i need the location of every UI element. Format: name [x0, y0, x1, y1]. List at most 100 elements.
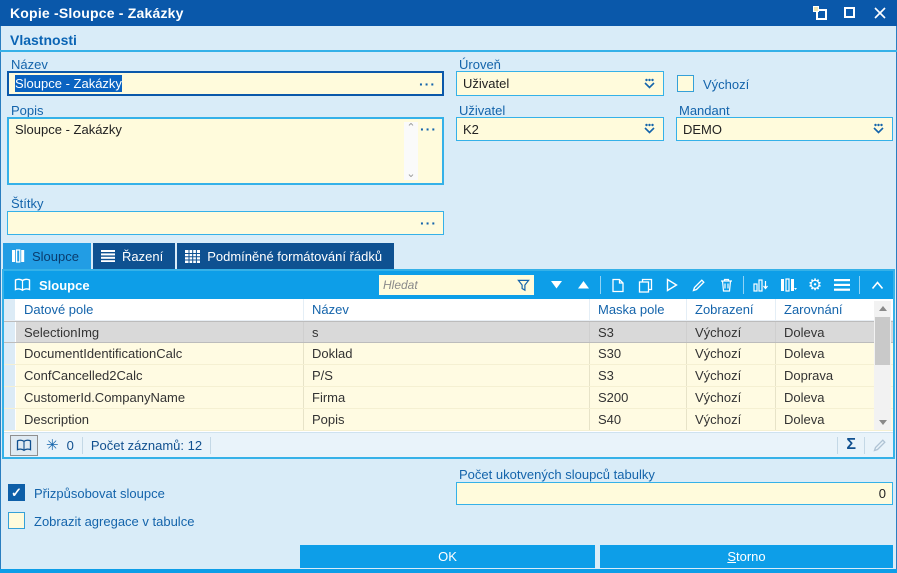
scroll-up-icon[interactable]: ⌃: [405, 122, 417, 134]
gear-icon[interactable]: ⚙: [805, 275, 825, 295]
popis-textarea[interactable]: Sloupce - Zakázky ⌃ ⌄ ···: [7, 117, 444, 185]
cell-zobrazeni: Výchozí: [687, 409, 776, 430]
asterisk-count: 0: [66, 437, 74, 453]
cell-maska-pole: S3: [590, 322, 687, 342]
vychozi-checkbox[interactable]: [677, 75, 694, 92]
table-row[interactable]: Description Popis S40 Výchozí Doleva: [4, 409, 893, 431]
move-up-icon[interactable]: [573, 275, 593, 295]
mandant-value: DEMO: [683, 121, 722, 137]
uroven-label: Úroveň: [459, 57, 501, 72]
uzivatel-combo[interactable]: K2: [456, 117, 664, 141]
show-aggregations-label: Zobrazit agregace v tabulce: [34, 514, 195, 529]
column-header-zobrazeni[interactable]: Zobrazení: [687, 299, 776, 320]
nazev-label: Název: [11, 57, 48, 72]
cell-zobrazeni: Výchozí: [687, 387, 776, 408]
chart-settings-icon[interactable]: [751, 275, 771, 295]
nazev-input[interactable]: Sloupce - Zakázky ···: [7, 71, 444, 96]
sort-lines-icon: [100, 250, 115, 262]
cell-nazev: P/S: [304, 365, 590, 386]
cell-maska-pole: S30: [590, 343, 687, 364]
row-gutter: [4, 365, 16, 386]
table-scrollbar[interactable]: [874, 301, 891, 430]
cell-datove-pole: Description: [16, 409, 304, 430]
window-controls: [813, 6, 887, 20]
edit-pencil-icon[interactable]: [689, 275, 709, 295]
tab-label: Podmíněné formátování řádků: [207, 248, 383, 264]
uroven-value: Uživatel: [463, 76, 510, 91]
column-header-datove-pole[interactable]: Datové pole: [16, 299, 304, 320]
ok-button[interactable]: OK: [300, 545, 595, 568]
sum-sigma-icon[interactable]: Σ: [846, 436, 856, 454]
nazev-ellipsis-button[interactable]: ···: [419, 77, 436, 91]
column-settings-icon[interactable]: [778, 275, 798, 295]
filter-icon[interactable]: [517, 279, 530, 292]
maximize-icon[interactable]: [843, 6, 857, 20]
fit-columns-label: Přizpůsobovat sloupce: [34, 486, 165, 501]
new-record-icon[interactable]: [608, 275, 628, 295]
popis-ellipsis-button[interactable]: ···: [420, 122, 437, 136]
column-header-nazev[interactable]: Název: [304, 299, 590, 320]
panel-header: Sloupce Hledat ⚙: [4, 271, 893, 299]
table-header-row: Datové pole Název Maska pole Zobrazení Z…: [4, 299, 893, 321]
stitky-input[interactable]: ···: [7, 211, 444, 235]
popis-scrollbar[interactable]: ⌃ ⌄: [404, 122, 418, 180]
dropdown-icon[interactable]: [642, 78, 657, 90]
cell-maska-pole: S40: [590, 409, 687, 430]
uroven-combo[interactable]: Uživatel: [456, 71, 664, 96]
uzivatel-label: Uživatel: [459, 103, 506, 118]
tab-razeni[interactable]: Řazení: [92, 243, 176, 269]
scroll-down-icon[interactable]: [874, 415, 891, 430]
window-title: Kopie -Sloupce - Zakázky: [10, 5, 184, 21]
menu-hamburger-icon[interactable]: [832, 275, 852, 295]
stitky-ellipsis-button[interactable]: ···: [420, 216, 437, 230]
search-input[interactable]: [383, 278, 517, 292]
book-icon: [16, 439, 32, 451]
storno-accel: S: [727, 549, 737, 564]
scrollbar-thumb[interactable]: [875, 317, 890, 365]
titlebar[interactable]: Kopie -Sloupce - Zakázky: [0, 0, 897, 26]
book-view-button[interactable]: [10, 434, 38, 456]
table-row[interactable]: DocumentIdentificationCalc Doklad S30 Vý…: [4, 343, 893, 365]
dropdown-icon[interactable]: [871, 123, 886, 135]
collapse-panel-icon[interactable]: [867, 275, 887, 295]
column-header-maska-pole[interactable]: Maska pole: [590, 299, 687, 320]
tab-sloupce[interactable]: Sloupce: [3, 243, 91, 269]
scroll-up-icon[interactable]: [874, 301, 891, 316]
delete-trash-icon[interactable]: [716, 275, 736, 295]
storno-button[interactable]: Storno: [600, 545, 893, 568]
tab-label: Řazení: [121, 248, 164, 264]
asterisk-filter-icon[interactable]: ✳: [46, 436, 59, 454]
copy-icon[interactable]: [635, 275, 655, 295]
tab-podminene-formatovani[interactable]: Podmíněné formátování řádků: [177, 243, 395, 269]
book-icon: [14, 278, 31, 292]
grid-icon: [185, 249, 201, 263]
cell-datove-pole: DocumentIdentificationCalc: [16, 343, 304, 364]
record-count: Počet záznamů: 12: [90, 437, 203, 453]
dropdown-icon[interactable]: [642, 123, 657, 135]
anchored-columns-value: 0: [878, 486, 886, 501]
search-box[interactable]: [379, 275, 534, 295]
nazev-value: Sloupce - Zakázky: [15, 75, 122, 92]
fit-columns-checkbox[interactable]: ✓: [8, 484, 25, 501]
run-icon[interactable]: [662, 275, 682, 295]
status-right-tools: Σ: [837, 436, 887, 454]
edit-pencil-icon-disabled: [873, 439, 886, 452]
dock-icon[interactable]: [813, 6, 827, 20]
mandant-combo[interactable]: DEMO: [676, 117, 893, 141]
tab-bar: Sloupce Řazení Podmíněné formátování řád…: [3, 243, 395, 269]
anchored-columns-input[interactable]: 0: [456, 482, 893, 505]
row-gutter: [4, 409, 16, 430]
table-row[interactable]: ConfCancelled2Calc P/S S3 Výchozí Doprav…: [4, 365, 893, 387]
popis-label: Popis: [11, 103, 44, 118]
ok-button-label: OK: [438, 549, 457, 564]
stitky-label: Štítky: [11, 196, 44, 211]
show-aggregations-checkbox[interactable]: [8, 512, 25, 529]
properties-header: Vlastnosti: [0, 27, 897, 52]
scroll-down-icon[interactable]: ⌄: [405, 168, 417, 180]
move-down-icon[interactable]: [546, 275, 566, 295]
table-row[interactable]: SelectionImg s S3 Výchozí Doleva: [4, 321, 893, 343]
row-gutter: [4, 322, 16, 342]
cell-zobrazeni: Výchozí: [687, 365, 776, 386]
table-row[interactable]: CustomerId.CompanyName Firma S200 Výchoz…: [4, 387, 893, 409]
close-icon[interactable]: [873, 6, 887, 20]
